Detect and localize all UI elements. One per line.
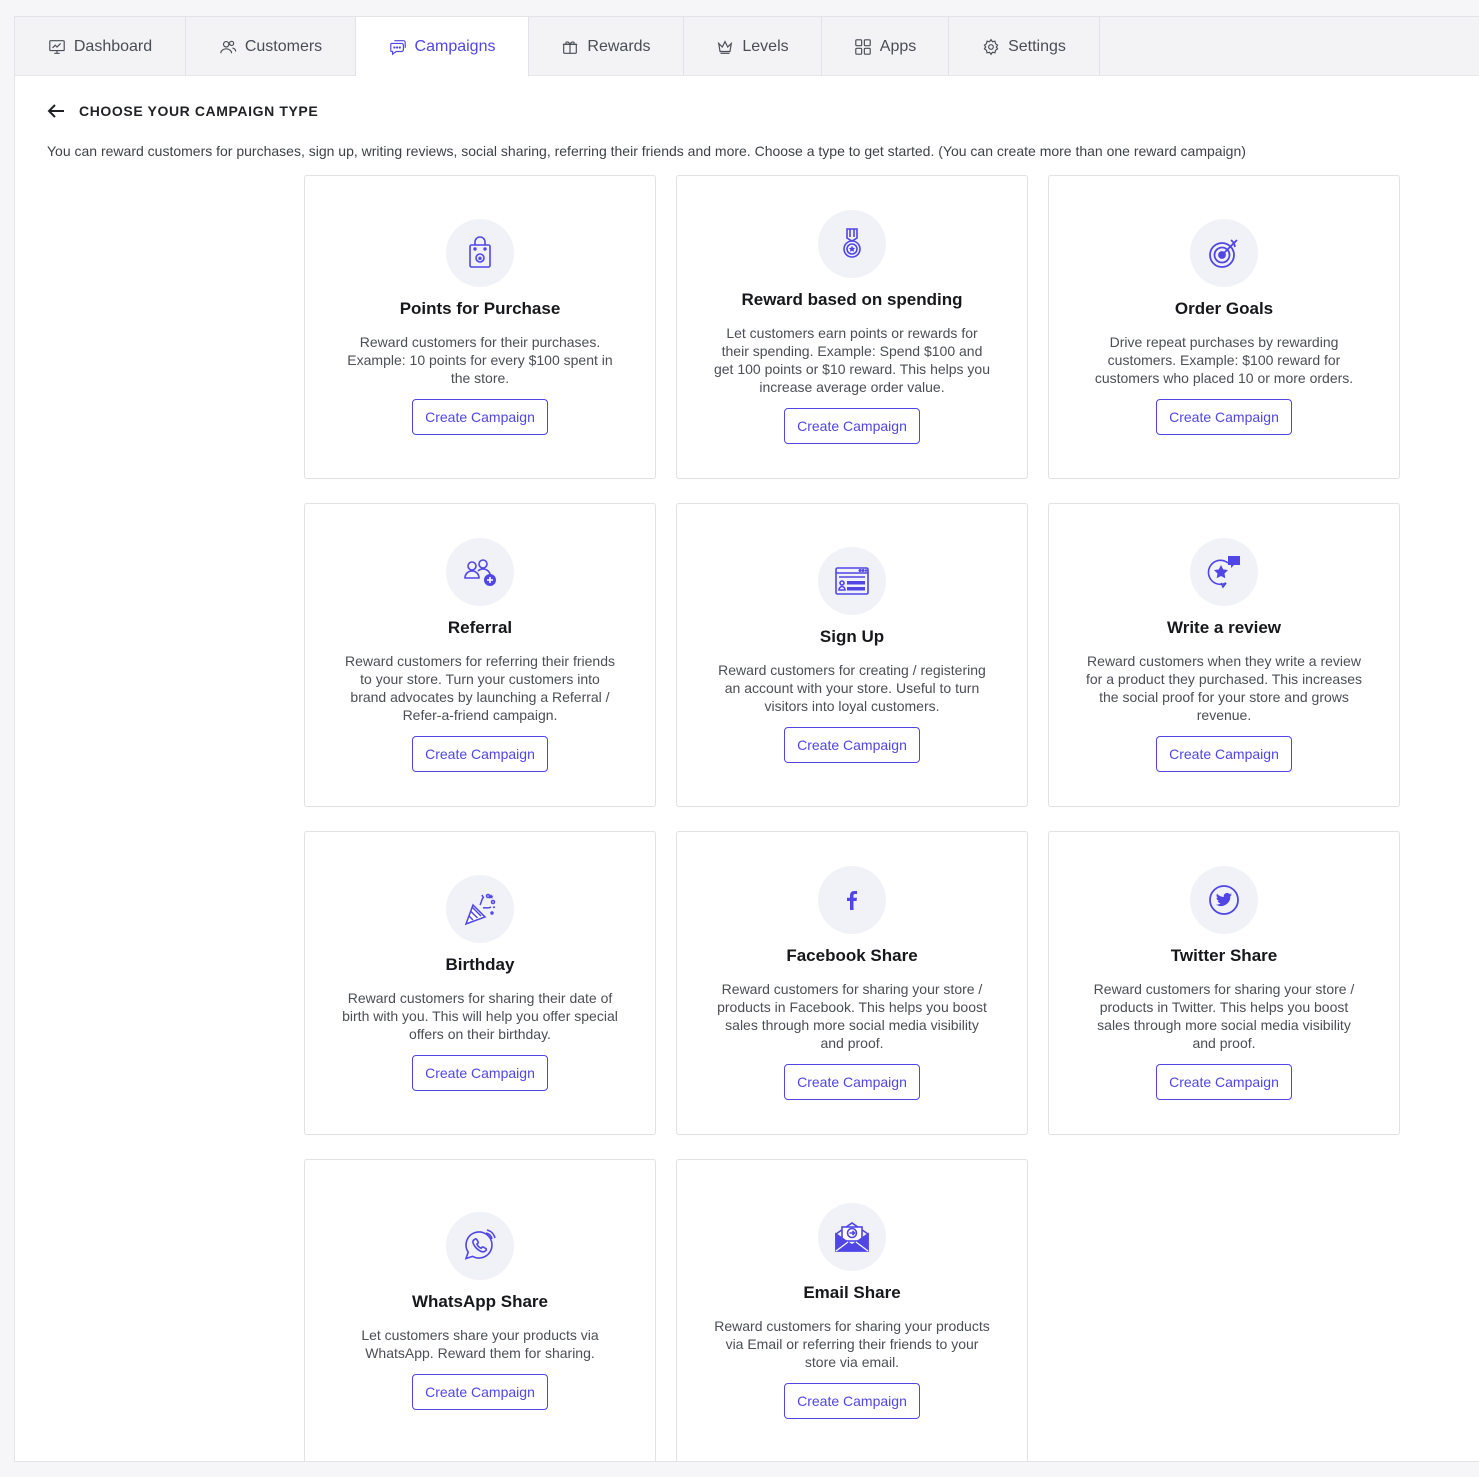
create-campaign-button[interactable]: Create Campaign <box>784 727 920 763</box>
campaign-card-points-for-purchase: Points for Purchase Reward customers for… <box>304 175 656 479</box>
tab-dashboard[interactable]: Dashboard <box>15 17 186 76</box>
card-description: Reward customers for sharing your store … <box>717 981 987 1051</box>
tab-campaigns[interactable]: Campaigns <box>356 17 529 77</box>
campaigns-icon <box>389 39 406 55</box>
signup-form-icon <box>835 567 869 595</box>
rewards-icon <box>563 40 578 54</box>
campaign-card-referral: Referral Reward customers for referring … <box>304 503 656 807</box>
tab-rewards[interactable]: Rewards <box>529 17 684 76</box>
tab-customers[interactable]: Customers <box>186 17 356 76</box>
create-campaign-button[interactable]: Create Campaign <box>1156 736 1292 772</box>
back-arrow-icon[interactable] <box>47 103 65 119</box>
apps-grid-icon <box>854 38 871 55</box>
medal-icon <box>843 228 861 258</box>
card-description: Let customers share your products via Wh… <box>361 1327 599 1361</box>
card-icon-circle <box>818 210 886 278</box>
whatsapp-icon <box>464 1229 496 1260</box>
facebook-icon <box>847 891 858 910</box>
campaign-card-facebook-share: Facebook Share Reward customers for shar… <box>676 831 1028 1135</box>
tab-label: Customers <box>244 37 323 55</box>
create-campaign-button[interactable]: Create Campaign <box>412 736 548 772</box>
card-icon-circle <box>446 219 514 287</box>
party-popper-icon <box>464 893 496 926</box>
card-title: Twitter Share <box>1170 946 1278 965</box>
card-icon-circle <box>818 1203 886 1271</box>
card-description: Reward customers for their purchases. Ex… <box>347 334 613 386</box>
create-campaign-button[interactable]: Create Campaign <box>412 1374 548 1410</box>
card-icon-circle <box>1190 866 1258 934</box>
review-star-icon <box>1207 556 1240 589</box>
referral-users-icon <box>464 559 496 586</box>
app-window: Dashboard Customers Campaigns Rewards Le… <box>14 16 1479 1462</box>
page-title: CHOOSE YOUR CAMPAIGN TYPE <box>79 103 319 119</box>
card-title: Reward based on spending <box>741 290 963 309</box>
card-description: Reward customers for sharing your store … <box>1093 981 1355 1051</box>
create-campaign-button[interactable]: Create Campaign <box>1156 1064 1292 1100</box>
customers-icon <box>220 40 237 53</box>
campaign-card-email-share: Email Share Reward customers for sharing… <box>676 1159 1028 1461</box>
campaign-card-write-a-review: Write a review Reward customers when the… <box>1048 503 1400 807</box>
shopping-bag-icon <box>469 236 491 268</box>
twitter-icon <box>1209 885 1239 915</box>
tab-label: Settings <box>1008 37 1066 55</box>
card-icon-circle <box>446 1212 514 1280</box>
card-description: Reward customers for sharing their date … <box>342 990 618 1042</box>
page-subtitle: You can reward customers for purchases, … <box>47 143 1246 159</box>
tab-label: Campaigns <box>414 37 496 55</box>
card-icon-circle <box>1190 538 1258 606</box>
campaign-card-sign-up: Sign Up Reward customers for creating / … <box>676 503 1028 807</box>
card-description: Reward customers for creating / register… <box>718 662 986 714</box>
target-icon <box>1209 239 1238 268</box>
tab-settings[interactable]: Settings <box>949 17 1100 76</box>
gear-icon <box>983 38 999 55</box>
card-icon-circle <box>818 866 886 934</box>
create-campaign-button[interactable]: Create Campaign <box>784 1064 920 1100</box>
tab-label: Rewards <box>587 37 651 55</box>
card-description: Reward customers for referring their fri… <box>345 653 615 723</box>
top-navigation: Dashboard Customers Campaigns Rewards Le… <box>15 17 1479 77</box>
campaign-card-whatsapp-share: WhatsApp Share Let customers share your … <box>304 1159 656 1461</box>
create-campaign-button[interactable]: Create Campaign <box>412 399 548 435</box>
card-description: Let customers earn points or rewards for… <box>713 325 991 395</box>
create-campaign-button[interactable]: Create Campaign <box>784 408 920 444</box>
card-title: Referral <box>447 618 513 637</box>
card-description: Drive repeat purchases by rewarding cust… <box>1094 334 1354 386</box>
card-title: Sign Up <box>819 627 885 646</box>
tab-label: Dashboard <box>73 37 153 55</box>
card-title: Order Goals <box>1174 299 1274 318</box>
campaign-card-twitter-share: Twitter Share Reward customers for shari… <box>1048 831 1400 1135</box>
crown-icon <box>718 39 733 54</box>
tab-label: Apps <box>879 37 917 55</box>
card-title: Birthday <box>445 955 515 974</box>
page-header: CHOOSE YOUR CAMPAIGN TYPE <box>47 103 318 119</box>
campaign-card-reward-based-on-spending: Reward based on spending Let customers e… <box>676 175 1028 479</box>
card-icon-circle <box>818 547 886 615</box>
email-icon <box>835 1222 869 1252</box>
dashboard-icon <box>49 39 65 54</box>
campaign-card-birthday: Birthday Reward customers for sharing th… <box>304 831 656 1135</box>
create-campaign-button[interactable]: Create Campaign <box>1156 399 1292 435</box>
tab-label: Levels <box>742 37 789 55</box>
card-icon-circle <box>446 538 514 606</box>
card-description: Reward customers when they write a revie… <box>1085 653 1362 723</box>
card-icon-circle <box>1190 219 1258 287</box>
tab-apps[interactable]: Apps <box>822 17 949 76</box>
card-icon-circle <box>446 875 514 943</box>
card-title: Points for Purchase <box>399 299 561 318</box>
card-title: WhatsApp Share <box>411 1292 549 1311</box>
card-title: Write a review <box>1166 618 1282 637</box>
tab-levels[interactable]: Levels <box>684 17 822 76</box>
card-description: Reward customers for sharing your produc… <box>714 1318 990 1370</box>
create-campaign-button[interactable]: Create Campaign <box>784 1383 920 1419</box>
card-title: Facebook Share <box>786 946 918 965</box>
card-title: Email Share <box>803 1283 901 1302</box>
campaign-card-order-goals: Order Goals Drive repeat purchases by re… <box>1048 175 1400 479</box>
create-campaign-button[interactable]: Create Campaign <box>412 1055 548 1091</box>
